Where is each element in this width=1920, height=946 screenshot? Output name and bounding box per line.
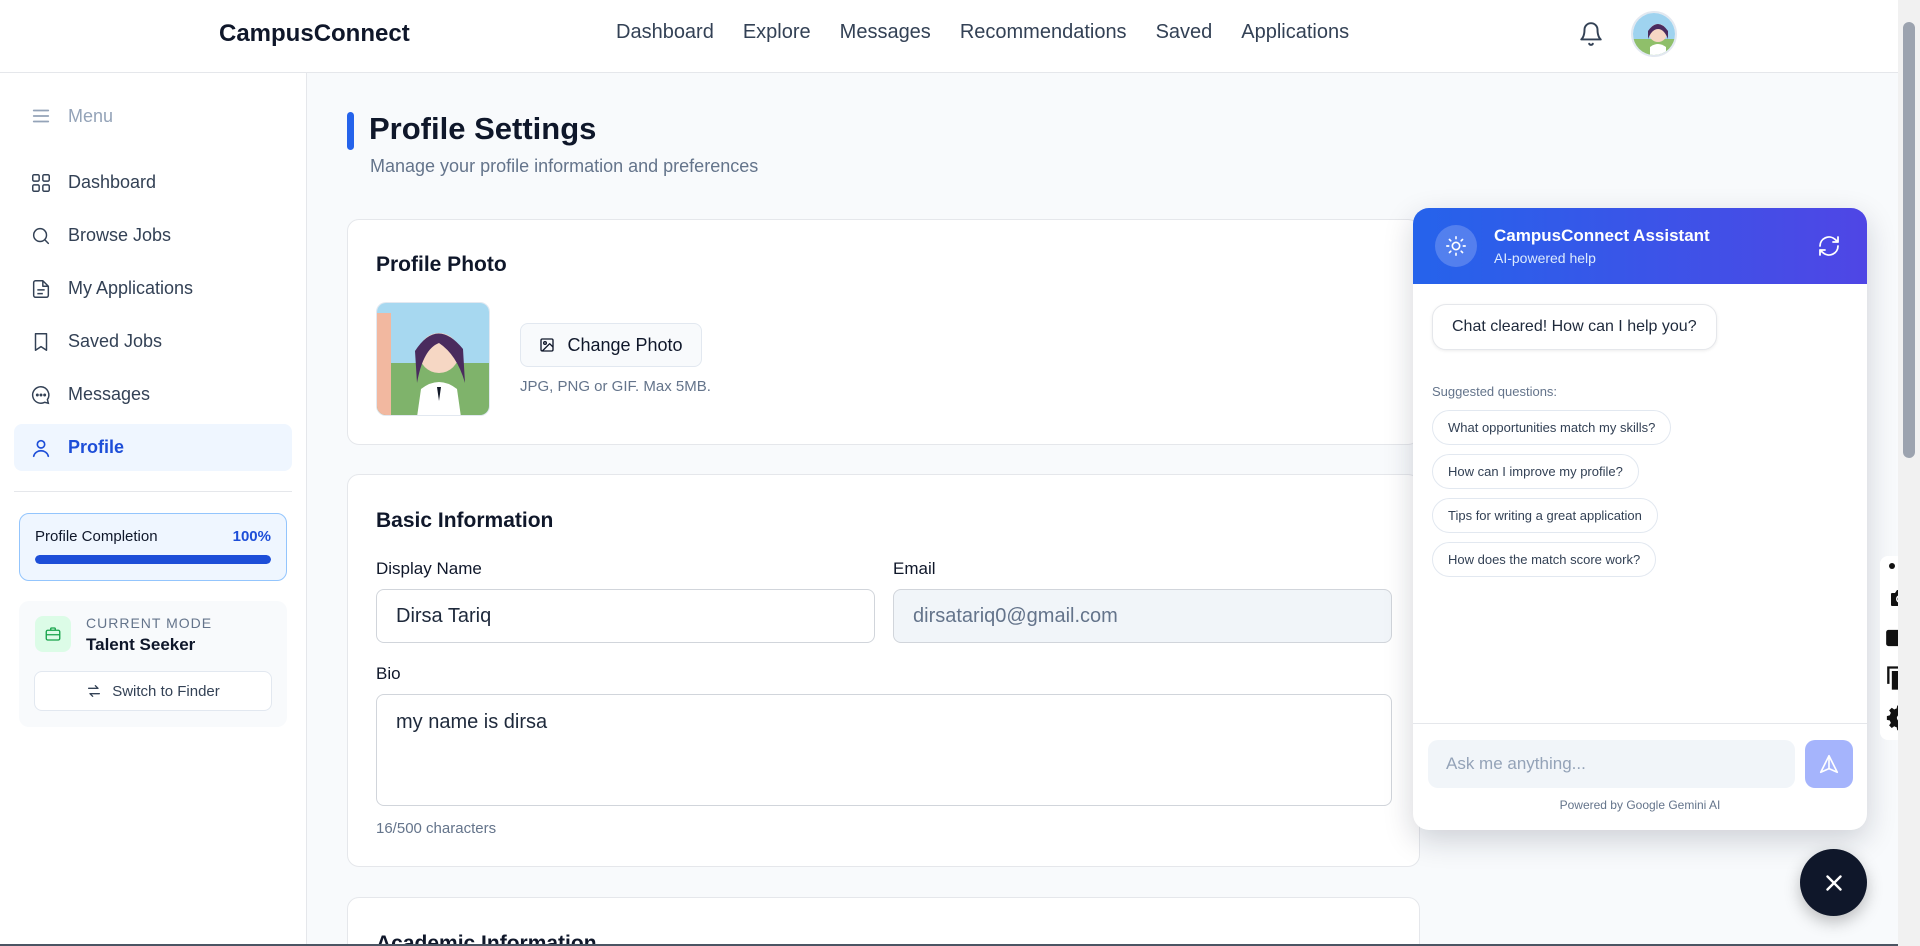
completion-value: 100%	[232, 528, 271, 545]
send-button[interactable]	[1805, 740, 1853, 788]
scrollbar-thumb[interactable]	[1903, 22, 1915, 458]
suggested-questions-label: Suggested questions:	[1432, 384, 1558, 399]
photo-hint: JPG, PNG or GIF. Max 5MB.	[520, 378, 711, 395]
sidebar-item-dashboard[interactable]: Dashboard	[14, 159, 292, 206]
sidebar-item-browse-jobs[interactable]: Browse Jobs	[14, 212, 292, 259]
powered-by: Powered by Google Gemini AI	[1559, 798, 1721, 812]
user-avatar[interactable]	[1631, 11, 1677, 57]
refresh-icon[interactable]	[1817, 234, 1841, 258]
sidebar-item-label: Saved Jobs	[68, 331, 163, 351]
suggestion-chip[interactable]: How can I improve my profile?	[1432, 454, 1639, 489]
change-photo-label: Change Photo	[567, 334, 683, 355]
close-chat-button[interactable]	[1800, 849, 1867, 916]
mode-label: CURRENT MODE	[86, 615, 213, 631]
bell-icon[interactable]	[1578, 20, 1604, 48]
brand-logo[interactable]: CampusConnect	[219, 20, 410, 48]
card-title: Profile Photo	[376, 253, 507, 276]
search-icon	[32, 227, 50, 244]
page-title: Profile Settings	[369, 111, 597, 146]
sidebar-item-my-applications[interactable]: My Applications	[14, 265, 292, 312]
profile-photo-card: Profile Photo Change Photo JPG, PNG or G…	[347, 219, 1420, 445]
card-title: Basic Information	[376, 509, 554, 532]
bookmark-icon	[34, 332, 48, 351]
nav-messages[interactable]: Messages	[840, 21, 931, 44]
change-photo-button[interactable]: Change Photo	[520, 323, 702, 367]
suggestion-chip[interactable]: How does the match score work?	[1432, 542, 1657, 577]
academic-information-card: Academic Information	[347, 897, 1420, 946]
chat-divider	[1413, 723, 1867, 724]
image-icon	[540, 338, 555, 352]
bio-textarea[interactable]: my name is dirsa	[376, 694, 1392, 806]
display-name-label: Display Name	[376, 559, 482, 578]
nav-dashboard[interactable]: Dashboard	[616, 21, 714, 44]
nav-explore[interactable]: Explore	[743, 21, 811, 44]
switch-mode-button[interactable]: Switch to Finder	[34, 671, 272, 711]
display-name-input[interactable]: Dirsa Tariq	[376, 589, 875, 643]
email-input[interactable]: dirsatariq0@gmail.com	[893, 589, 1392, 643]
nav-recommendations[interactable]: Recommendations	[960, 21, 1127, 44]
chat-title: CampusConnect Assistant	[1494, 226, 1710, 245]
basic-information-card: Basic Information Display Name Dirsa Tar…	[347, 474, 1420, 867]
title-accent-bar	[347, 112, 354, 150]
page-subtitle: Manage your profile information and pref…	[370, 156, 759, 176]
sidebar-item-saved-jobs[interactable]: Saved Jobs	[14, 318, 292, 365]
sidebar-item-messages[interactable]: Messages	[14, 371, 292, 418]
nav-applications[interactable]: Applications	[1241, 21, 1349, 44]
lightbulb-icon	[1435, 225, 1477, 267]
current-mode-card: CURRENT MODE Talent Seeker Switch to Fin…	[19, 601, 287, 727]
user-icon	[32, 439, 50, 457]
menu-toggle[interactable]: Menu	[30, 105, 113, 127]
assistant-message: Chat cleared! How can I help you?	[1432, 304, 1717, 350]
top-nav: Dashboard Explore Messages Recommendatio…	[616, 21, 1349, 44]
briefcase-icon	[35, 616, 71, 652]
sidebar-item-label: My Applications	[68, 278, 194, 298]
suggestion-chip[interactable]: Tips for writing a great application	[1432, 498, 1658, 533]
suggestion-chip[interactable]: What opportunities match my skills?	[1432, 410, 1672, 445]
hamburger-icon	[32, 109, 50, 123]
chat-input[interactable]: Ask me anything...	[1428, 740, 1795, 788]
sidebar-item-label: Browse Jobs	[68, 225, 172, 245]
send-icon	[1819, 754, 1839, 774]
completion-progress-bar	[35, 555, 271, 564]
profile-completion-card: Profile Completion 100%	[19, 513, 287, 581]
assistant-chat-panel: CampusConnect Assistant AI-powered help …	[1413, 208, 1867, 830]
completion-progress-fill	[35, 555, 271, 564]
switch-mode-label: Switch to Finder	[112, 682, 220, 700]
bio-label: Bio	[376, 664, 401, 683]
completion-label: Profile Completion	[35, 528, 158, 545]
nav-saved[interactable]: Saved	[1156, 21, 1213, 44]
swap-icon	[88, 685, 101, 697]
sidebar-item-profile[interactable]: Profile	[14, 424, 292, 471]
grid-icon	[32, 173, 50, 192]
chat-header: CampusConnect Assistant AI-powered help	[1413, 208, 1867, 284]
document-icon	[32, 279, 50, 298]
close-icon	[1825, 874, 1842, 891]
top-navbar: CampusConnect Dashboard Explore Messages…	[0, 0, 1898, 73]
mode-value: Talent Seeker	[86, 635, 196, 654]
sidebar-divider	[14, 491, 292, 492]
chat-bubble-icon	[31, 385, 50, 404]
chat-subtitle: AI-powered help	[1494, 250, 1596, 266]
sidebar-item-label: Messages	[68, 384, 151, 404]
email-label: Email	[893, 559, 936, 578]
sidebar-item-label: Profile	[68, 437, 125, 457]
profile-photo	[376, 302, 490, 416]
sidebar-item-label: Dashboard	[68, 172, 157, 192]
suggested-questions: What opportunities match my skills? How …	[1432, 410, 1672, 577]
menu-label: Menu	[68, 105, 114, 126]
bio-char-count: 16/500 characters	[376, 820, 497, 837]
sidebar: Menu Dashboard Browse Jobs My Applicatio…	[0, 73, 307, 946]
sidebar-nav: Dashboard Browse Jobs My Applications Sa…	[14, 159, 292, 477]
